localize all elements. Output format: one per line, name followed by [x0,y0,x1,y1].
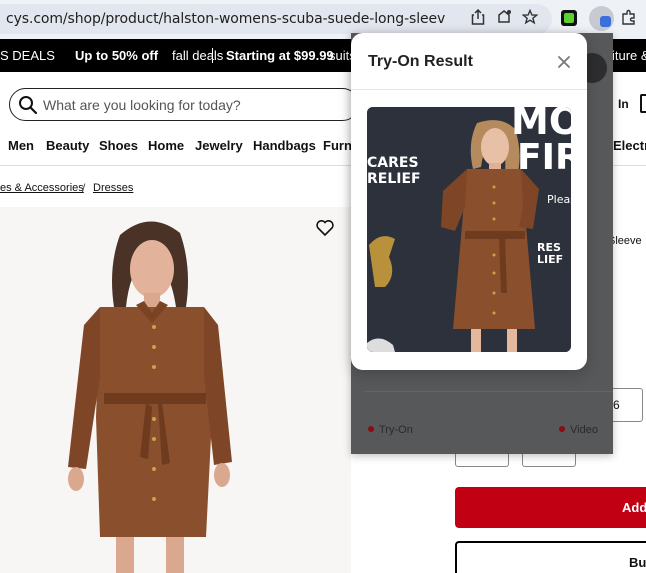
extension-action-icon[interactable] [495,8,513,26]
promo-starting-bold[interactable]: Starting at $99.99 [226,48,334,63]
card-title: Try-On Result [368,53,473,70]
signin-link[interactable]: In [618,97,629,111]
tryon-extension-icon[interactable] [589,6,614,31]
add-to-bag-button[interactable] [455,487,646,528]
heart-icon[interactable] [315,218,335,238]
breadcrumb-accessories[interactable]: es & Accessories [0,182,84,194]
sponsor-text-2: RELIEF [367,171,421,187]
backdrop-text-mid: FIR [517,137,571,178]
promo-right-fragment[interactable]: iture & [612,48,646,63]
nav-item-men[interactable]: Men [8,138,34,153]
search-icon[interactable] [18,95,38,115]
promo-offer-text[interactable]: fall deals [172,48,223,63]
nav-item-electronics[interactable]: Electro [613,138,646,153]
breadcrumb-dresses[interactable]: Dresses [93,182,133,194]
close-icon[interactable] [557,55,571,69]
panel-divider [365,391,613,392]
buy-now-button[interactable] [455,541,646,573]
puzzle-icon[interactable] [620,8,638,26]
search-bar[interactable] [9,88,359,121]
tryon-result-card: Try-On Result MO FIR CARES RELIEF RES LI… [351,33,587,370]
star-icon[interactable] [521,8,539,26]
promo-divider [212,48,213,63]
product-image[interactable] [0,207,351,573]
video-tab-dot [559,426,565,432]
card-divider [351,89,587,90]
size-option-label: 6 [613,398,620,412]
tryon-tab-dot [368,426,374,432]
product-title-fragment: Sleeve [608,235,642,247]
tryon-result-image[interactable]: MO FIR CARES RELIEF RES LIEF Pleas [367,107,571,352]
promo-offer-bold[interactable]: Up to 50% off [75,48,158,63]
breadcrumb-separator: / [82,181,86,195]
buy-now-label: Bu [629,555,646,570]
search-input[interactable] [43,89,343,120]
extension-green-icon[interactable] [561,10,577,26]
promo-deals[interactable]: S DEALS [0,48,55,63]
add-to-bag-label: Add [622,500,646,515]
nav-item-beauty[interactable]: Beauty [46,138,89,153]
nav-item-handbags[interactable]: Handbags [253,138,316,153]
product-photo [68,221,232,573]
nav-item-home[interactable]: Home [148,138,184,153]
bag-icon[interactable] [640,94,646,113]
sponsor-text-1: CARES [367,155,419,171]
url-text[interactable]: cys.com/shop/product/halston-womens-scub… [6,4,446,34]
tab-video[interactable]: Video [570,424,598,436]
nav-item-jewelry[interactable]: Jewelry [195,138,243,153]
backdrop-please-text: Pleas [547,193,571,206]
sponsor-text-4: LIEF [537,253,564,266]
share-icon[interactable] [469,8,487,26]
tab-tryon[interactable]: Try-On [379,424,413,436]
nav-item-shoes[interactable]: Shoes [99,138,138,153]
